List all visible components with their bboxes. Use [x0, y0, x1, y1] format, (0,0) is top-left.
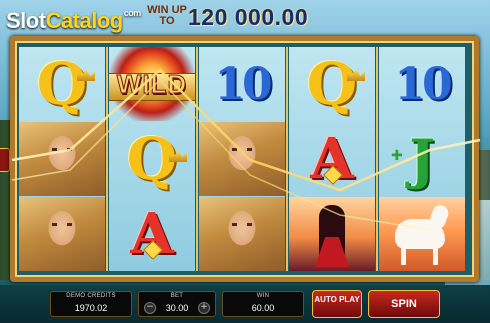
symbol-q: Q — [289, 47, 375, 121]
bet-panel: BET − 30.00 + — [138, 291, 216, 317]
symbol-woman — [199, 197, 285, 271]
symbol-ten-label: 10 — [214, 58, 272, 110]
reel-separator — [286, 47, 288, 271]
symbol-woman — [199, 122, 285, 196]
logo-text-a: Slot — [6, 8, 46, 33]
symbol-ten: 10 — [379, 47, 465, 121]
reel-separator — [106, 47, 108, 271]
demo-credits-label: DEMO CREDITS — [66, 293, 116, 299]
woman-portrait-icon — [19, 197, 105, 271]
symbol-couple — [289, 197, 375, 271]
spin-button[interactable]: SPIN — [368, 290, 440, 318]
symbol-jack: J ✚ — [379, 122, 465, 196]
bet-increase-button[interactable]: + — [198, 302, 210, 314]
symbol-ten: 10 — [199, 47, 285, 121]
symbol-unicorn — [379, 197, 465, 271]
reel-4: Q A — [289, 47, 375, 271]
reel-1: Q — [19, 47, 105, 271]
logo-text-b: Catalog — [45, 8, 124, 33]
win-label: WIN — [256, 293, 270, 299]
autoplay-button[interactable]: AUTO PLAY — [312, 290, 362, 318]
bet-label: BET — [170, 293, 184, 299]
symbol-woman — [19, 122, 105, 196]
reel-separator — [196, 47, 198, 271]
symbol-ten-label: 10 — [394, 58, 452, 110]
reel-5: 10 J ✚ — [379, 47, 465, 271]
demo-credits-panel: DEMO CREDITS 1970.02 — [50, 291, 132, 317]
symbol-q: Q — [109, 122, 195, 196]
reel-frame: Q WILD Q A 10 Q A 10 J ✚ — [10, 36, 479, 282]
wild-label: WILD — [116, 69, 188, 100]
symbol-ace: A — [109, 197, 195, 271]
symbol-q-letter: Q — [306, 50, 358, 118]
side-menu-tab[interactable] — [0, 148, 10, 172]
reel-3: 10 — [199, 47, 285, 271]
jackpot-value: 120 000.00 — [188, 4, 309, 30]
logo-suffix: com — [123, 8, 142, 18]
woman-portrait-icon — [199, 197, 285, 271]
unicorn-icon — [379, 197, 465, 271]
symbol-woman — [19, 197, 105, 271]
symbol-ace: A — [289, 122, 375, 196]
site-logo: SlotCatalogcom — [6, 8, 141, 34]
clover-icon: ✚ — [391, 148, 403, 164]
reel-2: WILD Q A — [109, 47, 195, 271]
game-scene: SlotCatalogcom WIN UP TO 120 000.00 Q WI… — [0, 0, 490, 323]
win-up-to-label: WIN UP TO — [147, 4, 187, 27]
demo-credits-value: 1970.02 — [74, 303, 108, 313]
win-panel: WIN 60.00 — [222, 291, 304, 317]
woman-portrait-icon — [199, 122, 285, 196]
symbol-wild: WILD — [109, 47, 195, 121]
win-value: 60.00 — [251, 303, 275, 313]
couple-silhouette-icon — [289, 197, 375, 271]
woman-portrait-icon — [19, 122, 105, 196]
symbol-q: Q — [19, 47, 105, 121]
symbol-q-letter: Q — [36, 50, 88, 118]
reel-separator — [376, 47, 378, 271]
